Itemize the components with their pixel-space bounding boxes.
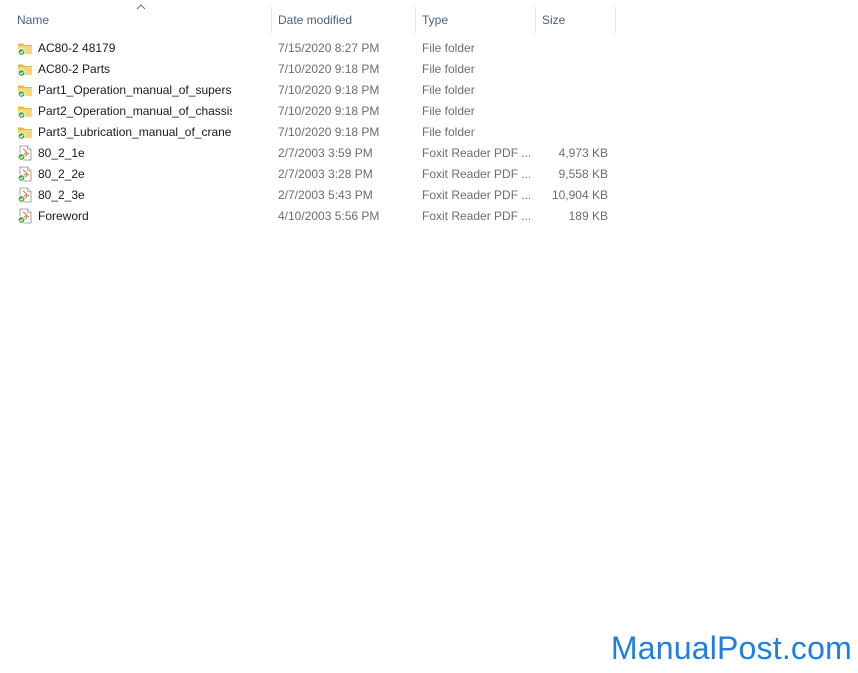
file-list-item[interactable]: Part1_Operation_manual_of_superstr 7/10/2… bbox=[0, 80, 620, 101]
file-list-item[interactable]: AC80-2 48179 7/15/2020 8:27 PM File folder bbox=[0, 38, 620, 59]
file-list-item[interactable]: 80_2_1e 2/7/2003 3:59 PM Foxit Reader PDF … bbox=[0, 143, 620, 164]
file-size bbox=[540, 80, 608, 101]
file-type: Foxit Reader PDF ... bbox=[422, 146, 530, 160]
file-size bbox=[540, 59, 608, 80]
file-date-modified: 7/10/2020 9:18 PM bbox=[278, 104, 380, 118]
column-divider[interactable] bbox=[615, 7, 616, 33]
file-size: 4,973 KB bbox=[558, 146, 608, 160]
pdf-file-synced-icon bbox=[17, 187, 33, 203]
file-size: 9,558 KB bbox=[558, 167, 608, 181]
file-date-modified: 2/7/2003 3:59 PM bbox=[278, 146, 373, 160]
file-type: Foxit Reader PDF ... bbox=[422, 209, 530, 223]
file-type: File folder bbox=[422, 41, 475, 55]
file-type: File folder bbox=[422, 83, 475, 97]
file-list-item[interactable]: AC80-2 Parts 7/10/2020 9:18 PM File folder bbox=[0, 59, 620, 80]
file-list-item[interactable]: Part3_Lubrication_manual_of_crane 7/10/20… bbox=[0, 122, 620, 143]
watermark-text: ManualPost.com bbox=[610, 630, 852, 666]
file-date-modified: 7/10/2020 9:18 PM bbox=[278, 125, 380, 139]
file-type: Foxit Reader PDF ... bbox=[422, 188, 530, 202]
file-size bbox=[540, 38, 608, 59]
file-type: Foxit Reader PDF ... bbox=[422, 167, 530, 181]
folder-synced-icon bbox=[17, 82, 33, 98]
file-size bbox=[540, 101, 608, 122]
file-list-item[interactable]: 80_2_2e 2/7/2003 3:28 PM Foxit Reader PDF … bbox=[0, 164, 620, 185]
pdf-file-synced-icon bbox=[17, 166, 33, 182]
file-date-modified: 7/10/2020 9:18 PM bbox=[278, 62, 380, 76]
file-date-modified: 2/7/2003 5:43 PM bbox=[278, 188, 373, 202]
file-name: AC80-2 48179 bbox=[38, 41, 116, 55]
file-date-modified: 4/10/2003 5:56 PM bbox=[278, 209, 380, 223]
file-type: File folder bbox=[422, 62, 475, 76]
file-type: File folder bbox=[422, 104, 475, 118]
file-name: Part1_Operation_manual_of_superstr bbox=[38, 83, 232, 97]
folder-synced-icon bbox=[17, 124, 33, 140]
file-list: AC80-2 48179 7/15/2020 8:27 PM File folder… bbox=[0, 38, 620, 227]
file-list-item[interactable]: Foreword 4/10/2003 5:56 PM Foxit Reader PD… bbox=[0, 206, 620, 227]
column-header-size[interactable]: Size bbox=[536, 7, 616, 33]
file-name: Part3_Lubrication_manual_of_crane bbox=[38, 125, 232, 139]
file-date-modified: 2/7/2003 3:28 PM bbox=[278, 167, 373, 181]
file-explorer-view: Name Date modified Type Size AC80-2 4817… bbox=[0, 0, 858, 673]
folder-synced-icon bbox=[17, 103, 33, 119]
file-date-modified: 7/10/2020 9:18 PM bbox=[278, 83, 380, 97]
pdf-file-synced-icon bbox=[17, 145, 33, 161]
file-size: 189 KB bbox=[568, 209, 608, 223]
file-name: Foreword bbox=[38, 209, 89, 223]
file-size: 10,904 KB bbox=[551, 188, 608, 202]
file-type: File folder bbox=[422, 125, 475, 139]
file-list-item[interactable]: Part2_Operation_manual_of_chassis 7/10/20… bbox=[0, 101, 620, 122]
file-date-modified: 7/15/2020 8:27 PM bbox=[278, 41, 380, 55]
column-header-date-modified[interactable]: Date modified bbox=[272, 7, 416, 33]
file-name: 80_2_2e bbox=[38, 167, 85, 181]
column-header-bar: Name Date modified Type Size bbox=[0, 0, 616, 36]
column-header-type[interactable]: Type bbox=[416, 7, 536, 33]
file-name: Part2_Operation_manual_of_chassis bbox=[38, 104, 232, 118]
folder-synced-icon bbox=[17, 61, 33, 77]
column-header-name[interactable]: Name bbox=[11, 7, 272, 33]
file-name: AC80-2 Parts bbox=[38, 62, 111, 76]
file-name: 80_2_1e bbox=[38, 146, 85, 160]
file-size bbox=[540, 122, 608, 143]
file-name: 80_2_3e bbox=[38, 188, 85, 202]
folder-synced-icon bbox=[17, 40, 33, 56]
file-list-item[interactable]: 80_2_3e 2/7/2003 5:43 PM Foxit Reader PDF … bbox=[0, 185, 620, 206]
pdf-file-synced-icon bbox=[17, 208, 33, 224]
